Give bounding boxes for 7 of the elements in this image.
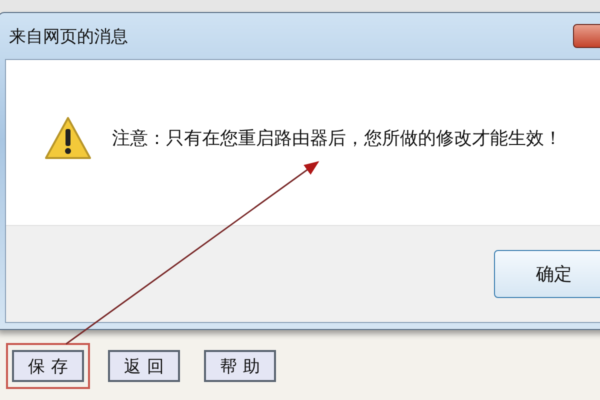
warning-icon — [44, 116, 92, 160]
dialog-title: 来自网页的消息 — [8, 26, 128, 48]
warning-message: 注意：只有在您重启路由器后，您所做的修改才能生效！ — [112, 126, 562, 150]
page-button[interactable]: 帮助 — [204, 350, 276, 382]
ok-button[interactable]: 确定 — [494, 250, 600, 298]
page-button[interactable]: 返回 — [108, 350, 180, 382]
page-button[interactable]: 保存 — [12, 350, 84, 382]
